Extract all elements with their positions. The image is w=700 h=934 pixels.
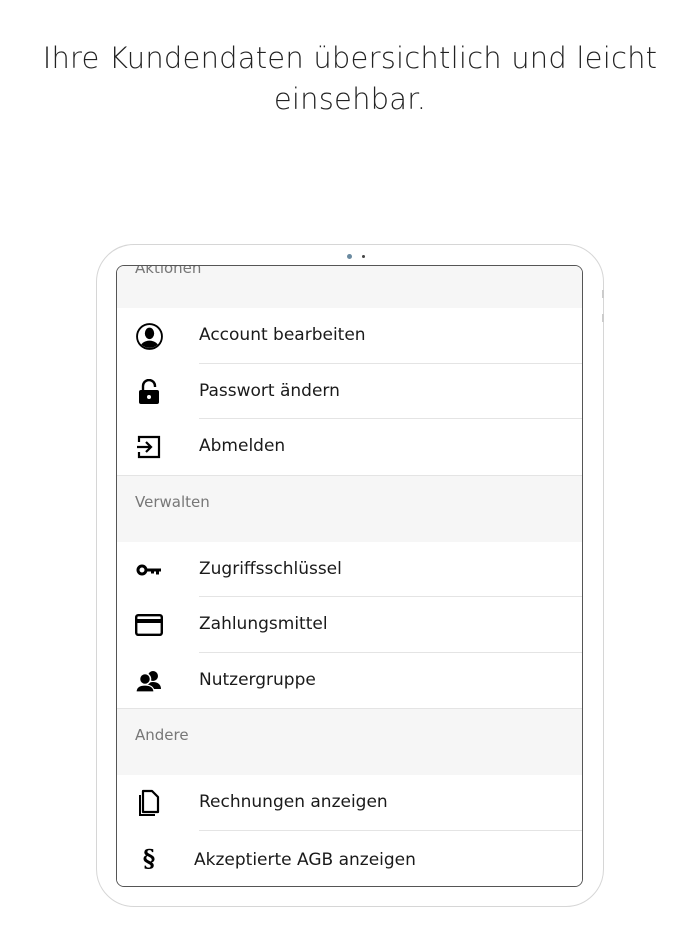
menu-item-label: Rechnungen anzeigen [199, 792, 388, 812]
section-title: Aktionen [135, 265, 202, 277]
menu-item-label: Zugriffsschlüssel [199, 558, 342, 579]
menu-item-zugriffsschluessel[interactable]: Zugriffsschlüssel [117, 541, 582, 597]
lock-icon [135, 378, 163, 406]
menu-item-account-bearbeiten[interactable]: Account bearbeiten [117, 308, 582, 364]
menu-item-label: Nutzergruppe [199, 669, 316, 690]
menu-item-label: Akzeptierte AGB anzeigen [194, 849, 416, 870]
credit-card-icon [135, 611, 163, 639]
side-button [602, 290, 604, 298]
camera-dot [347, 254, 352, 259]
menu-item-label: Account bearbeiten [199, 325, 366, 345]
menu-item-label: Passwort ändern [199, 380, 340, 401]
paragraph-icon: § [142, 844, 156, 873]
sensor-dot [362, 255, 365, 258]
menu-item-rechnungen-anzeigen[interactable]: Rechnungen anzeigen [117, 775, 582, 831]
headline: Ihre Kundendaten übersichtlich und leich… [42, 41, 658, 116]
section-header-aktionen: Aktionen [117, 265, 582, 308]
section-title: Verwalten [135, 492, 210, 511]
logout-icon [135, 433, 163, 461]
user-group-icon [135, 667, 163, 695]
documents-icon [135, 789, 163, 817]
section-header-andere: Andere [117, 708, 582, 775]
menu-item-abmelden[interactable]: Abmelden [117, 419, 582, 475]
settings-screen: Aktionen Account bearbeiten Passwort änd… [116, 265, 583, 887]
side-button [602, 314, 604, 322]
menu-item-nutzergruppe[interactable]: Nutzergruppe [117, 652, 582, 708]
menu-item-label: Zahlungsmittel [199, 614, 328, 634]
section-title: Andere [135, 726, 189, 744]
user-circle-icon [135, 322, 163, 350]
menu-item-passwort-aendern[interactable]: Passwort ändern [117, 363, 582, 419]
key-icon [135, 556, 163, 584]
menu-item-akzeptierte-agb[interactable]: § Akzeptierte AGB anzeigen [117, 830, 582, 886]
menu-item-zahlungsmittel[interactable]: Zahlungsmittel [117, 597, 582, 653]
section-header-verwalten: Verwalten [117, 474, 582, 542]
menu-item-label: Abmelden [199, 436, 286, 456]
